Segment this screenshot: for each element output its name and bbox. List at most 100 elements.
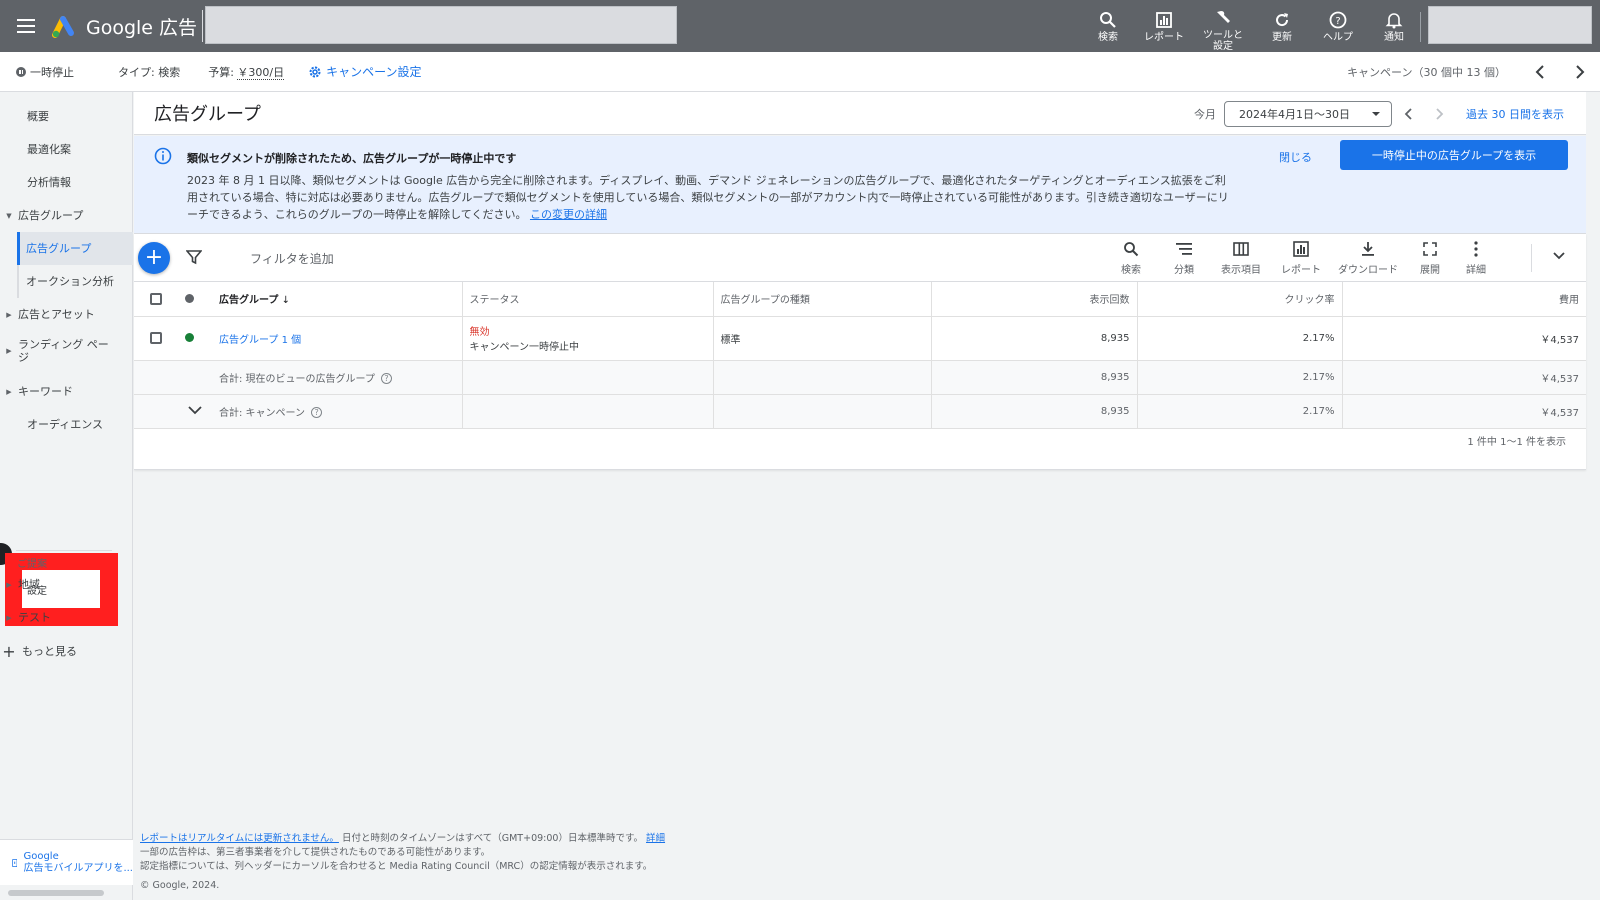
- mobile-app-promo[interactable]: Google 広告モバイルアプリを...: [0, 839, 133, 885]
- more-icon: [1467, 240, 1485, 258]
- sidebar-item-label: オーディエンス: [27, 418, 104, 431]
- search-icon: [1122, 240, 1140, 258]
- banner-close-button[interactable]: 閉じる: [1279, 149, 1312, 165]
- footer-copyright: © Google, 2024.: [140, 880, 220, 891]
- last-30-days-link[interactable]: 過去 30 日間を表示: [1466, 106, 1564, 122]
- next-campaign-button[interactable]: [1560, 52, 1600, 92]
- top-search-button[interactable]: 検索: [1080, 0, 1136, 52]
- banner-detail-link[interactable]: この変更の詳細: [530, 208, 607, 221]
- sidebar-divider: [16, 550, 112, 551]
- select-all-checkbox[interactable]: [150, 292, 162, 305]
- pause-icon: [16, 66, 26, 77]
- show-paused-ad-groups-button[interactable]: 一時停止中の広告グループを表示: [1340, 140, 1568, 170]
- tool-segment-button[interactable]: 分類: [1158, 234, 1210, 282]
- fullscreen-icon: [1421, 240, 1439, 258]
- caret-right-icon: ▶: [6, 387, 12, 396]
- sidebar-item-audiences[interactable]: オーディエンス: [0, 408, 133, 441]
- prev-campaign-button[interactable]: [1520, 52, 1560, 92]
- top-refresh-button[interactable]: 更新: [1254, 0, 1310, 52]
- top-tools-button[interactable]: ツールと 設定: [1192, 0, 1254, 52]
- sidebar-item-ad-groups-parent[interactable]: ▼ 広告グループ: [0, 199, 133, 232]
- total-label-cell: 合計: 現在のビューの広告グループ?: [212, 360, 463, 395]
- sidebar-item-insights[interactable]: 分析情報: [0, 166, 133, 199]
- total-impressions: 8,935: [931, 394, 1138, 429]
- campaign-budget[interactable]: 予算: ￥300/日: [208, 64, 285, 80]
- status-value: 無効: [469, 327, 490, 338]
- tool-download-button[interactable]: ダウンロード: [1330, 234, 1406, 282]
- sidebar-item-keywords[interactable]: ▶ キーワード: [0, 375, 133, 408]
- footer-realtime-link[interactable]: レポートはリアルタイムには更新されません。: [140, 833, 339, 844]
- tool-label: ダウンロード: [1338, 265, 1398, 276]
- row-checkbox[interactable]: [150, 332, 162, 344]
- chevron-down-icon[interactable]: [188, 405, 202, 415]
- tool-columns-button[interactable]: 表示項目: [1210, 234, 1272, 282]
- date-range-area: 今月 2024年4月1日〜30日 過去 30 日間を表示: [1194, 92, 1586, 135]
- app-brand: Google 広告: [86, 16, 198, 39]
- status-dot-icon[interactable]: [185, 293, 194, 303]
- total-empty-cell: [713, 360, 932, 395]
- gear-icon: [309, 66, 321, 77]
- sidebar-item-ads-assets[interactable]: ▶ 広告とアセット: [0, 298, 133, 331]
- sidebar-item-locations[interactable]: ▶ 地域: [0, 568, 133, 601]
- date-range-select[interactable]: 2024年4月1日〜30日: [1224, 100, 1392, 127]
- top-action-label: ヘルプ: [1323, 31, 1353, 43]
- chevron-right-icon: [1436, 107, 1444, 120]
- sidebar-scrollbar[interactable]: [8, 890, 104, 896]
- col-header-impressions[interactable]: 表示回数: [931, 282, 1138, 317]
- filter-input[interactable]: フィルタを追加: [250, 250, 334, 267]
- footer-detail-link[interactable]: 詳細: [646, 833, 665, 844]
- top-action-label: ツールと 設定: [1203, 30, 1243, 52]
- add-ad-group-button[interactable]: +: [138, 242, 170, 274]
- sidebar-item-more[interactable]: + もっと見る: [0, 635, 133, 668]
- col-header-ad-group[interactable]: 広告グループ ↓: [212, 282, 463, 317]
- total-row-view: 合計: 現在のビューの広告グループ? 8,935 2.17% ￥4,537: [134, 360, 1586, 395]
- top-help-button[interactable]: ? ヘルプ: [1310, 0, 1366, 52]
- total-ctr: 2.17%: [1137, 360, 1343, 395]
- help-icon[interactable]: ?: [311, 407, 323, 418]
- campaign-status[interactable]: 一時停止: [16, 64, 74, 80]
- chevron-left-icon: [1535, 65, 1544, 79]
- col-header-status[interactable]: ステータス: [462, 282, 714, 317]
- total-empty-cell: [713, 394, 932, 429]
- col-header-type[interactable]: 広告グループの種類: [713, 282, 932, 317]
- banner-body: 2023 年 8 月 1 日以降、類似セグメントは Google 広告から完全に…: [187, 172, 1235, 223]
- next-date-button[interactable]: [1424, 107, 1456, 120]
- status-subtext: キャンペーン一時停止中: [469, 342, 580, 353]
- row-checkbox-cell: [134, 316, 178, 361]
- sidebar-item-label: キーワード: [18, 385, 73, 398]
- campaign-status-label: 一時停止: [30, 65, 74, 79]
- help-icon[interactable]: ?: [380, 373, 392, 384]
- info-icon: [154, 147, 172, 165]
- col-header-ctr[interactable]: クリック率: [1137, 282, 1343, 317]
- cell-type: 標準: [713, 316, 932, 361]
- filter-icon[interactable]: [186, 249, 202, 265]
- pagination-text: 1 件中 1〜1 件を表示: [1467, 437, 1566, 448]
- col-header-cost[interactable]: 費用: [1342, 282, 1586, 317]
- mobile-app-line2: 広告モバイルアプリを...: [23, 862, 133, 874]
- ad-group-link[interactable]: 広告グループ 1 個: [219, 335, 301, 346]
- menu-icon[interactable]: [0, 0, 52, 52]
- tool-search-button[interactable]: 検索: [1104, 234, 1158, 282]
- prev-date-button[interactable]: [1392, 107, 1424, 120]
- tool-report-button[interactable]: レポート: [1272, 234, 1330, 282]
- top-notification-button[interactable]: 通知: [1366, 0, 1422, 52]
- col-header-label: 広告グループ: [219, 295, 279, 307]
- tool-more-button[interactable]: 詳細: [1454, 234, 1498, 282]
- account-search-box[interactable]: [205, 6, 677, 44]
- sidebar-item-landing-pages[interactable]: ▶ ランディング ページ: [0, 331, 133, 371]
- table-header-row: 広告グループ ↓ ステータス 広告グループの種類 表示回数 クリック率 費用: [134, 282, 1586, 317]
- google-ads-logo[interactable]: Google 広告: [52, 13, 197, 40]
- sidebar-item-label: 概要: [27, 110, 49, 123]
- tool-expand-button[interactable]: 展開: [1406, 234, 1454, 282]
- chevron-down-icon[interactable]: [1552, 249, 1566, 263]
- sidebar-item-ad-groups[interactable]: 広告グループ: [17, 232, 133, 265]
- sidebar-item-overview[interactable]: 概要: [0, 100, 133, 133]
- account-switcher[interactable]: [1428, 6, 1592, 44]
- campaign-settings-link[interactable]: キャンペーン設定: [308, 63, 422, 80]
- sidebar-item-recommendations[interactable]: 最適化案: [0, 133, 133, 166]
- top-right-divider: [1420, 12, 1421, 42]
- top-report-button[interactable]: レポート: [1136, 0, 1192, 52]
- sidebar-item-experiments[interactable]: ▶ テスト: [0, 601, 133, 634]
- sidebar-item-auction-insights[interactable]: オークション分析: [17, 265, 133, 298]
- enabled-status-icon[interactable]: [185, 333, 194, 342]
